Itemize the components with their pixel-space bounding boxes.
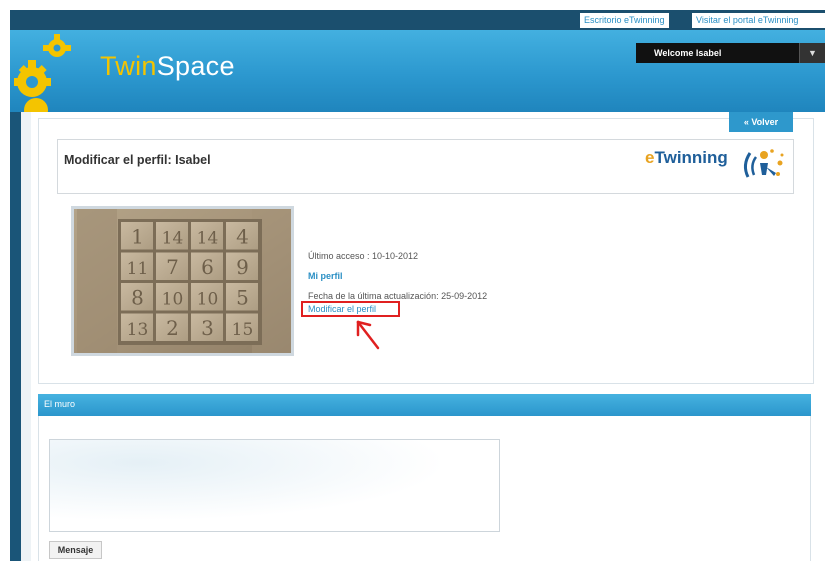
magic-square-number: 8 [131,285,144,309]
magic-square-number: 3 [201,316,214,340]
message-button[interactable]: Mensaje [49,541,102,559]
user-menu-toggle[interactable]: ▼ [799,43,825,63]
brand-twin-text: Twin [100,51,157,81]
last-access-text: Último acceso : 10-10-2012 [308,251,419,261]
magic-square-number: 5 [236,285,249,309]
back-button[interactable]: « Volver [729,112,793,132]
wall-header: El muro [38,394,811,416]
visit-portal-link[interactable]: Visitar el portal eTwinning [692,13,825,28]
welcome-text: Welcome Isabel [654,48,722,58]
magic-square-number: 14 [162,228,184,248]
profile-photo-image: 1 14 14 4 11 7 6 9 8 10 10 5 13 2 3 15 [74,209,291,353]
etwinning-logo: eTwinning [645,148,728,168]
edit-profile-highlight: Modificar el perfil [301,301,400,317]
last-update-text: Fecha de la última actualización: 25-09-… [308,291,488,301]
magic-square-number: 14 [197,228,219,248]
twinspace-gears-logo-icon [14,34,71,112]
magic-square-number: 11 [127,259,149,279]
profile-title-box: Modificar el perfil: Isabel eTwinning [57,139,794,194]
magic-square-number: 10 [162,289,184,309]
chevron-down-icon: ▼ [808,48,817,58]
magic-square-number: 15 [232,320,254,340]
magic-square-number: 13 [127,320,149,340]
etwinning-name: Twinning [654,148,728,167]
brand-space-text: Space [156,51,235,81]
site-header: TwinSpace Welcome Isabel ▼ [10,30,825,112]
magic-square-number: 4 [236,224,249,248]
magic-square-number: 9 [236,255,249,279]
page-title: Modificar el perfil: Isabel [64,153,211,167]
magic-square-number: 6 [201,255,214,279]
red-arrow-icon [356,320,380,350]
left-rail [10,112,21,561]
page-frame: Escritorio eTwinning Visitar el portal e… [10,10,825,561]
magic-square-number: 1 [131,224,144,248]
escritorio-etwinning-link[interactable]: Escritorio eTwinning [580,13,669,28]
twinspace-brand[interactable]: TwinSpace [100,51,235,82]
edit-profile-link-label: Modificar el perfil [308,304,377,314]
magic-square-number: 10 [197,289,219,309]
wall-message-input[interactable] [49,439,500,532]
profile-photo: 1 14 14 4 11 7 6 9 8 10 10 5 13 2 3 15 [71,206,294,356]
magic-square-number: 7 [166,255,179,279]
magic-square-number: 2 [166,316,179,340]
my-profile-link[interactable]: Mi perfil [308,271,343,281]
user-menu[interactable]: Welcome Isabel ▼ [636,43,825,63]
etwinning-stars-icon [743,149,784,178]
wall-title: El muro [44,399,76,409]
left-rail-light [21,112,31,561]
top-bar: Escritorio eTwinning Visitar el portal e… [10,10,825,30]
